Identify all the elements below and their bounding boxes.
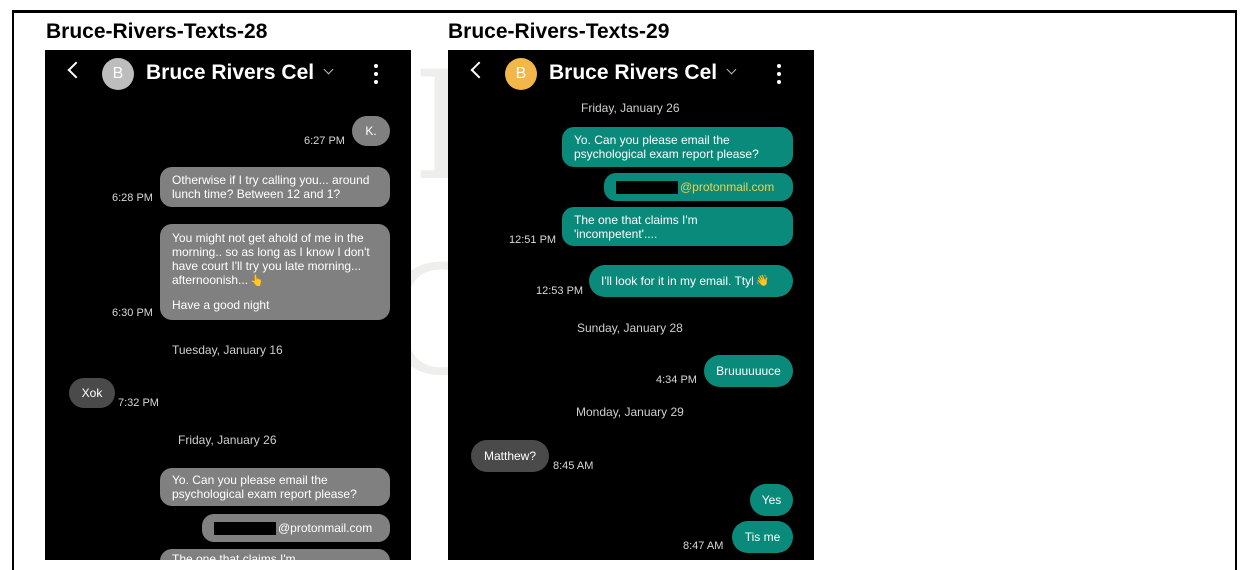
date-separator: Monday, January 29: [576, 405, 684, 419]
message-time: 8:47 AM: [683, 540, 724, 552]
message-bubble[interactable]: The one that claims I'm 'incompetent'...…: [562, 207, 793, 246]
more-options-icon[interactable]: [374, 64, 378, 84]
date-separator: Sunday, January 28: [577, 321, 683, 335]
message-time: 8:45 AM: [553, 460, 594, 472]
date-separator: Friday, January 26: [178, 433, 277, 447]
caption-left: Bruce-Rivers-Texts-28: [46, 20, 268, 43]
redaction-bar: [616, 180, 678, 194]
message-bubble[interactable]: Matthew?: [471, 440, 549, 472]
message-bubble[interactable]: @protonmail.com: [604, 173, 793, 201]
message-text: You might not get ahold of me in the mor…: [172, 231, 370, 287]
message-time: 6:27 PM: [304, 135, 345, 147]
message-time: 6:28 PM: [112, 192, 153, 204]
back-arrow-icon[interactable]: [67, 61, 85, 79]
message-time: 6:30 PM: [112, 307, 153, 319]
contact-name[interactable]: Bruce Rivers Cel: [549, 61, 717, 85]
message-bubble[interactable]: K.: [352, 116, 390, 146]
message-bubble[interactable]: @protonmail.com: [202, 514, 390, 542]
message-bubble[interactable]: Xok: [69, 378, 115, 408]
waving-hand-icon: 👋: [755, 275, 770, 287]
contact-name[interactable]: Bruce Rivers Cel: [146, 61, 314, 85]
date-separator: Tuesday, January 16: [172, 343, 283, 357]
message-time: 4:34 PM: [656, 374, 697, 386]
message-bubble[interactable]: Yes: [750, 484, 793, 516]
message-bubble[interactable]: Tis me: [732, 521, 793, 553]
message-time: 12:53 PM: [536, 285, 584, 297]
message-bubble[interactable]: Bruuuuuuce: [704, 355, 793, 387]
avatar[interactable]: B: [102, 58, 134, 90]
phone-screenshot-left: B Bruce Rivers Cel K. 6:27 PM Otherwise …: [45, 50, 411, 560]
message-text: I'll look for it in my email. Ttyl: [601, 274, 754, 288]
chevron-down-icon[interactable]: [726, 64, 737, 75]
message-bubble[interactable]: You might not get ahold of me in the mor…: [160, 224, 390, 320]
chevron-down-icon[interactable]: [323, 64, 334, 75]
phone-screenshot-right: B Bruce Rivers Cel Friday, January 26 Yo…: [448, 50, 814, 560]
message-bubble[interactable]: I'll look for it in my email. Ttyl 👋: [589, 265, 793, 297]
message-text: Have a good night: [172, 298, 270, 312]
message-bubble[interactable]: Yo. Can you please email the psychologic…: [160, 468, 390, 506]
email-address[interactable]: @protonmail.com: [278, 521, 372, 535]
more-options-icon[interactable]: [777, 64, 781, 84]
message-bubble[interactable]: The one that claims I'm: [160, 549, 390, 560]
back-arrow-icon[interactable]: [470, 61, 488, 79]
message-bubble[interactable]: Yo. Can you please email the psychologic…: [562, 127, 793, 167]
pointing-up-icon: 👆: [250, 275, 264, 287]
email-address[interactable]: @protonmail.com: [680, 180, 774, 194]
redaction-bar: [214, 521, 276, 535]
conversation-header: B Bruce Rivers Cel: [45, 50, 411, 98]
avatar[interactable]: B: [505, 58, 537, 90]
message-bubble[interactable]: Otherwise if I try calling you... around…: [160, 167, 390, 207]
date-separator: Friday, January 26: [581, 101, 680, 115]
conversation-header: B Bruce Rivers Cel: [448, 50, 814, 98]
message-time: 12:51 PM: [509, 234, 557, 246]
message-time: 7:32 PM: [118, 397, 159, 409]
caption-right: Bruce-Rivers-Texts-29: [448, 20, 670, 43]
